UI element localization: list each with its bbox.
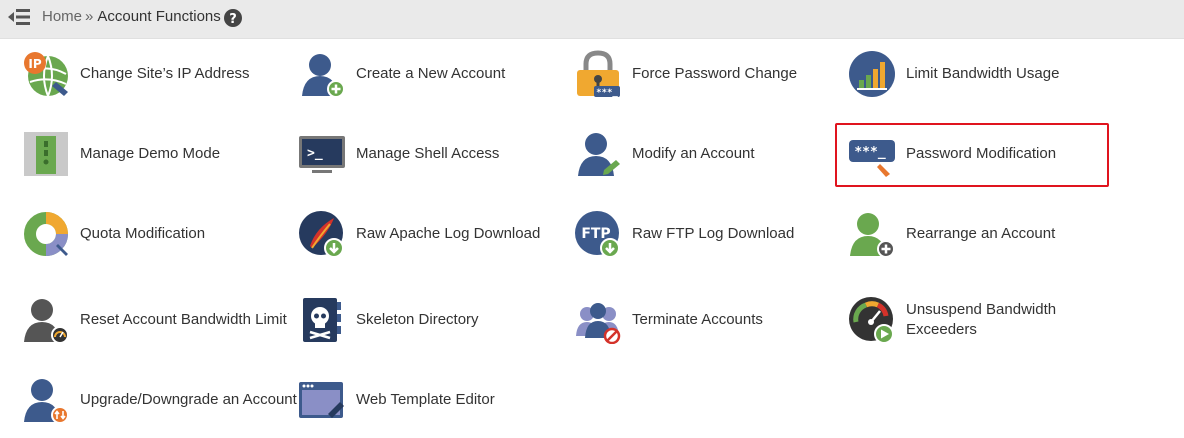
apache-feather-download-icon bbox=[299, 211, 344, 258]
skull-folder-icon bbox=[303, 298, 341, 342]
rearrange-account-icon bbox=[850, 213, 895, 258]
function-rearrange-account[interactable]: Rearrange an Account bbox=[848, 206, 1078, 262]
function-label: Modify an Account bbox=[632, 145, 755, 162]
svg-text:***_: ***_ bbox=[854, 145, 885, 160]
gauge-play-icon bbox=[849, 297, 894, 344]
function-reset-bandwidth[interactable]: Reset Account Bandwidth Limit bbox=[22, 292, 292, 348]
terminal-icon: >_ bbox=[299, 136, 345, 173]
create-account-icon bbox=[302, 54, 345, 98]
function-label: Force Password Change bbox=[632, 65, 798, 82]
function-label: Password Modification bbox=[906, 145, 1057, 162]
bandwidth-chart-icon bbox=[849, 51, 895, 97]
svg-text:***_: ***_ bbox=[596, 88, 618, 98]
function-skeleton-directory[interactable]: Skeleton Directory bbox=[298, 292, 518, 348]
function-limit-bandwidth[interactable]: Limit Bandwidth Usage bbox=[848, 46, 1078, 102]
function-label: Manage Demo Mode bbox=[80, 145, 221, 162]
function-raw-ftp-log[interactable]: FTP Raw FTP Log Download bbox=[574, 206, 804, 262]
function-raw-apache-log[interactable]: Raw Apache Log Download bbox=[298, 206, 548, 262]
breadcrumb-bar: Home» Account Functions ? bbox=[0, 0, 1184, 39]
function-web-template-editor[interactable]: Web Template Editor bbox=[298, 372, 518, 428]
function-label: Web Template Editor bbox=[356, 391, 495, 408]
svg-text:?: ? bbox=[229, 12, 237, 27]
help-icon[interactable]: ? bbox=[224, 9, 242, 27]
function-label: Change Site’s IP Address bbox=[80, 65, 250, 82]
function-modify-account[interactable]: Modify an Account bbox=[574, 126, 794, 182]
function-label: Reset Account Bandwidth Limit bbox=[80, 311, 287, 328]
function-change-ip[interactable]: IP Change Site’s IP Address bbox=[22, 46, 252, 102]
function-label: Limit Bandwidth Usage bbox=[906, 65, 1060, 82]
function-terminate-accounts[interactable]: Terminate Accounts bbox=[574, 292, 794, 348]
reset-bandwidth-icon bbox=[24, 299, 69, 344]
function-label: Manage Shell Access bbox=[356, 145, 500, 162]
function-demo-mode[interactable]: Manage Demo Mode bbox=[22, 126, 252, 182]
password-field-icon: ***_ bbox=[849, 140, 895, 177]
function-shell-access[interactable]: >_ Manage Shell Access bbox=[298, 126, 518, 182]
function-password-modification[interactable]: ***_ Password Modification bbox=[848, 126, 1078, 182]
function-label: Terminate Accounts bbox=[632, 311, 763, 328]
function-create-account[interactable]: Create a New Account bbox=[298, 46, 518, 102]
collapse-menu-icon[interactable] bbox=[6, 6, 32, 28]
function-label: Unsuspend Bandwidth Exceeders bbox=[906, 301, 1057, 338]
function-quota-modification[interactable]: Quota Modification bbox=[22, 206, 252, 262]
breadcrumb-home[interactable]: Home bbox=[42, 8, 82, 25]
web-template-icon bbox=[299, 382, 344, 418]
function-label: Rearrange an Account bbox=[906, 225, 1056, 242]
modify-account-icon bbox=[578, 133, 620, 176]
quota-donut-icon bbox=[24, 212, 68, 256]
lock-icon: ***_ bbox=[577, 50, 620, 98]
breadcrumb-separator: » bbox=[85, 8, 94, 25]
function-label: Upgrade/Downgrade an Account bbox=[80, 391, 297, 408]
breadcrumb: Home» Account Functions bbox=[42, 7, 221, 27]
upgrade-account-icon bbox=[24, 379, 69, 424]
function-upgrade-downgrade[interactable]: Upgrade/Downgrade an Account bbox=[22, 372, 297, 428]
function-unsuspend-bandwidth[interactable]: Unsuspend Bandwidth Exceeders bbox=[848, 292, 1078, 348]
demo-mode-icon bbox=[24, 132, 68, 176]
ftp-download-icon: FTP bbox=[575, 211, 620, 258]
terminate-accounts-icon bbox=[576, 303, 621, 344]
svg-text:IP: IP bbox=[28, 57, 41, 71]
function-label: Raw Apache Log Download bbox=[356, 225, 541, 242]
svg-text:>_: >_ bbox=[307, 146, 323, 161]
function-label: Create a New Account bbox=[356, 65, 506, 82]
function-label: Quota Modification bbox=[80, 225, 206, 242]
function-force-password[interactable]: ***_ Force Password Change bbox=[574, 46, 804, 102]
function-label: Skeleton Directory bbox=[356, 311, 479, 328]
function-label: Raw FTP Log Download bbox=[632, 225, 795, 242]
ip-address-icon: IP bbox=[24, 52, 68, 97]
page-title: Account Functions bbox=[97, 8, 221, 25]
